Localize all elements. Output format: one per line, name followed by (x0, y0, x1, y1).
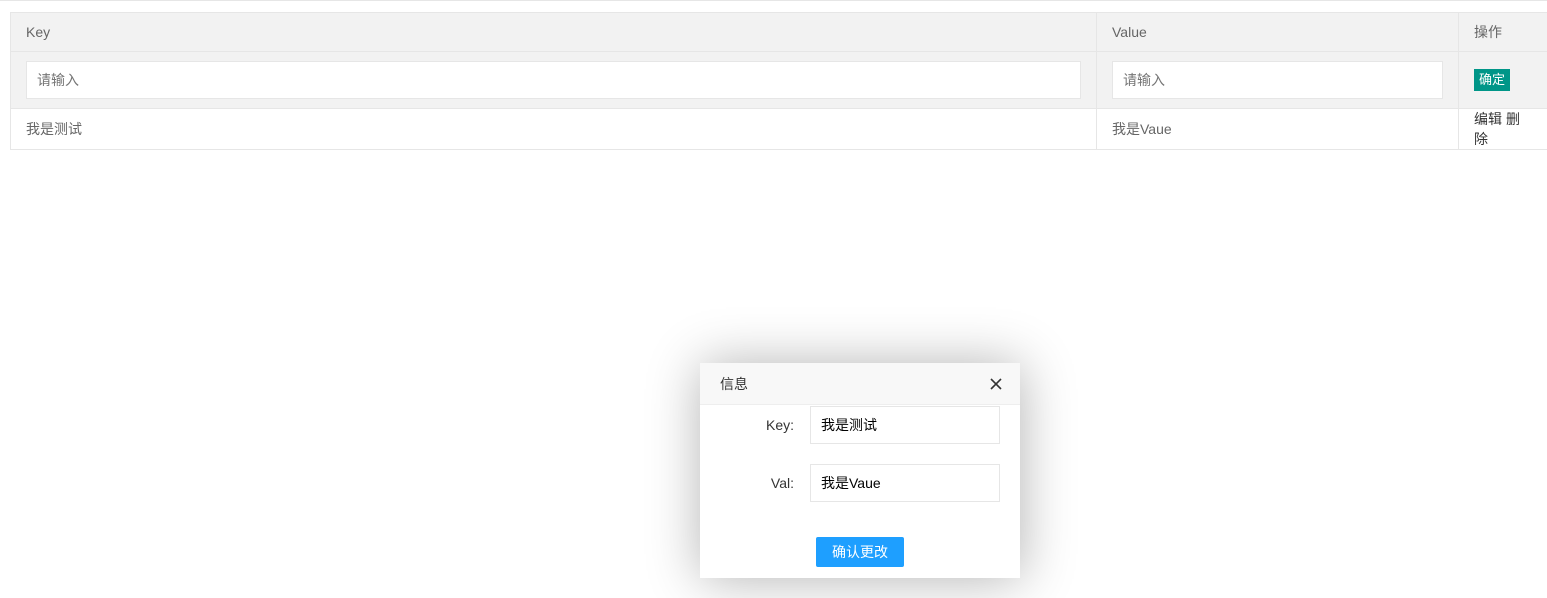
new-entry-row: 确定 (10, 51, 1547, 109)
new-key-cell (10, 51, 1097, 109)
new-entry-action-cell: 确定 (1458, 51, 1547, 109)
val-form-row: Val: (700, 464, 1020, 502)
dialog-header: 信息 (700, 363, 1020, 405)
header-value: Value (1096, 12, 1459, 52)
close-icon[interactable] (988, 376, 1004, 392)
header-actions: 操作 (1458, 12, 1547, 52)
header-key: Key (10, 12, 1097, 52)
edit-link[interactable]: 编辑 (1474, 111, 1502, 127)
key-field[interactable] (810, 406, 1000, 444)
val-field[interactable] (810, 464, 1000, 502)
edit-dialog: 信息 Key: Val: 确认更改 (700, 363, 1020, 578)
key-form-row: Key: (700, 406, 1020, 444)
table-row: 我是测试 我是Vaue 编辑 删除 (10, 108, 1547, 150)
add-entry-confirm-button[interactable]: 确定 (1474, 69, 1511, 91)
new-key-input[interactable] (26, 61, 1081, 99)
table-header-row: Key Value 操作 (10, 12, 1547, 52)
row-actions-cell: 编辑 删除 (1458, 108, 1547, 150)
key-field-label: Key: (765, 417, 794, 433)
row-key-cell: 我是测试 (10, 108, 1097, 150)
key-value-table: Key Value 操作 确定 我是测试 我是Vaue 编辑删除 (10, 12, 1547, 150)
new-value-input[interactable] (1112, 61, 1443, 99)
val-field-label: Val: (770, 475, 794, 491)
row-value-cell: 我是Vaue (1096, 108, 1459, 150)
confirm-change-button[interactable]: 确认更改 (816, 537, 904, 567)
dialog-title: 信息 (720, 376, 748, 392)
new-value-cell (1096, 51, 1459, 109)
top-divider (0, 0, 1547, 2)
